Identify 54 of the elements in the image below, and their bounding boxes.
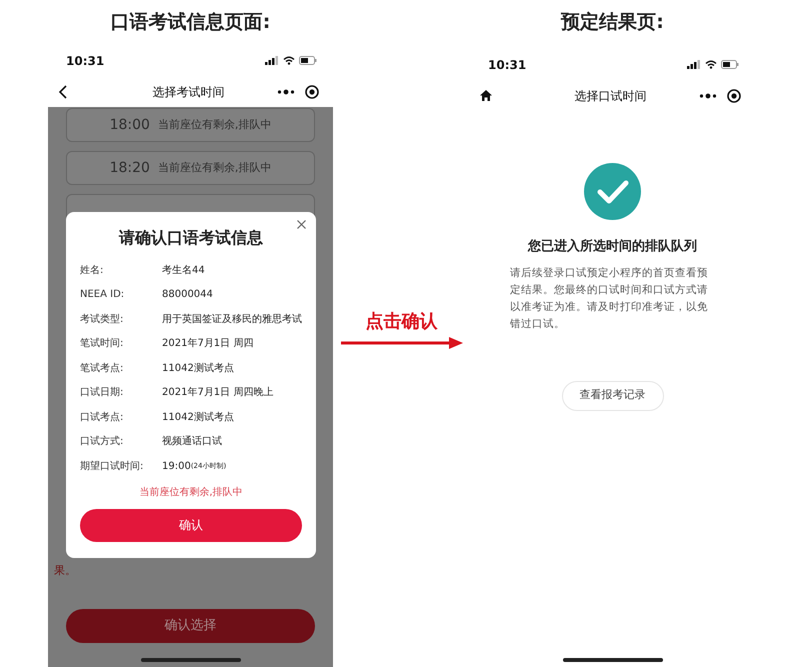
- records-button[interactable]: 查看报考记录: [562, 380, 664, 410]
- field-label: 笔试考点:: [80, 362, 124, 376]
- confirm-selection-button[interactable]: 确认选择: [66, 609, 315, 643]
- slot-status: 当前座位有剩余,排队中: [158, 160, 272, 176]
- battery-icon: [299, 56, 317, 65]
- page-title: 口语考试信息页面:: [110, 10, 270, 36]
- field-label: 姓名:: [80, 264, 104, 278]
- field-value: 2021年7月1日 周四晚上: [162, 386, 274, 400]
- dialog-title: 请确认口语考试信息: [118, 227, 264, 249]
- target-icon[interactable]: [305, 84, 319, 98]
- time-slot[interactable]: 18:00 当前座位有剩余,排队中: [66, 108, 315, 142]
- page-title: 预定结果页:: [561, 10, 664, 36]
- home-icon[interactable]: [480, 90, 492, 101]
- arrow-icon: [340, 337, 462, 349]
- battery-icon: [721, 60, 739, 69]
- field-label: 口试方式:: [80, 434, 124, 450]
- field-value: 19:00: [162, 460, 191, 474]
- field-value: 视频通话口试: [162, 434, 222, 450]
- result-message: 请后续登录口试预定小程序的首页查看预定结果。您最终的口试时间和口试方式请以准考证为准。请及时打印准考证，以免错过口试。: [510, 266, 709, 332]
- signal-icon: [687, 60, 701, 69]
- field-value: 88000044: [162, 288, 213, 302]
- field-value: 2021年7月1日 周四: [162, 337, 254, 352]
- result-heading: 您已进入所选时间的排队队列: [528, 238, 697, 256]
- wifi-icon: [705, 60, 717, 69]
- field-label: 笔试时间:: [80, 336, 124, 352]
- nav-title: 选择口试时间: [574, 88, 646, 104]
- nav-title: 选择考试时间: [152, 84, 224, 100]
- back-icon[interactable]: [58, 84, 68, 98]
- arrow-label: 点击确认: [366, 310, 438, 334]
- field-value: 11042测试考点: [162, 410, 234, 425]
- field-label: 口试日期:: [80, 386, 124, 400]
- status-time: 10:31: [66, 52, 104, 70]
- field-label: NEEA ID:: [80, 288, 126, 302]
- confirm-button[interactable]: 确认: [80, 508, 302, 542]
- time-slot[interactable]: 18:20 当前座位有剩余,排队中: [66, 151, 315, 185]
- target-icon[interactable]: [727, 88, 741, 102]
- note-text: 果。: [54, 562, 77, 578]
- slot-time: 18:00: [110, 116, 150, 134]
- checkmark-icon: [584, 163, 641, 220]
- close-icon[interactable]: [297, 220, 306, 229]
- slot-status: 当前座位有剩余,排队中: [158, 116, 272, 133]
- signal-icon: [265, 56, 279, 65]
- more-icon[interactable]: [277, 88, 295, 94]
- more-icon[interactable]: [699, 92, 717, 98]
- field-label: 期望口试时间:: [80, 460, 144, 474]
- slot-time: 18:20: [110, 158, 150, 178]
- field-value: 用于英国签证及移民的雅思考试: [162, 312, 302, 327]
- field-value: 考生名44: [162, 264, 205, 278]
- status-text: 当前座位有剩余,排队中: [138, 486, 244, 500]
- field-label: 口试考点:: [80, 410, 124, 425]
- wifi-icon: [283, 56, 295, 65]
- status-time: 10:31: [488, 56, 526, 74]
- field-label: 考试类型:: [80, 312, 124, 327]
- field-value: 11042测试考点: [162, 362, 234, 376]
